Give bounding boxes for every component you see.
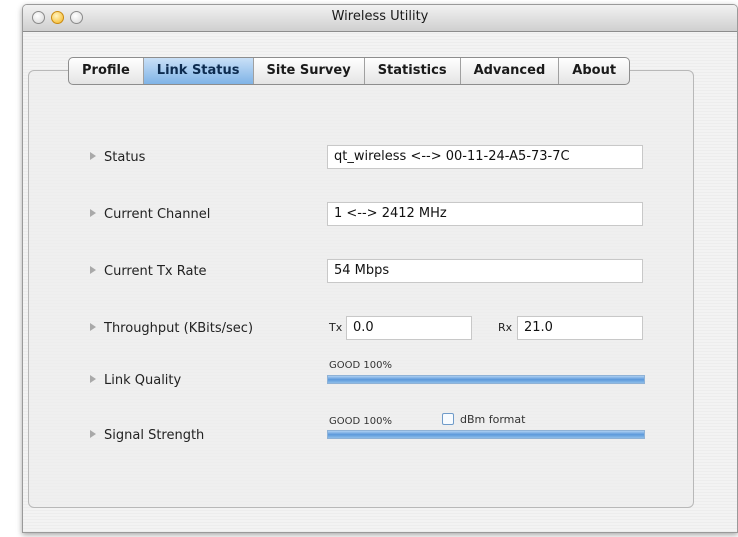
tab-advanced[interactable]: Advanced [461, 58, 560, 84]
tx-rate-field: 54 Mbps [327, 259, 643, 283]
tab-about[interactable]: About [559, 58, 629, 84]
title-bar[interactable]: Wireless Utility [23, 5, 737, 32]
status-label: Status [104, 150, 146, 165]
link-quality-bar-fill [328, 376, 644, 383]
signal-strength-label: Signal Strength [104, 428, 205, 443]
throughput-row-label: Throughput (KBits/sec) [90, 321, 253, 336]
link-quality-bar [327, 375, 645, 384]
disclosure-triangle-icon [90, 323, 96, 331]
disclosure-triangle-icon [90, 430, 96, 438]
signal-strength-bar [327, 430, 645, 439]
channel-field: 1 <--> 2412 MHz [327, 202, 643, 226]
disclosure-triangle-icon [90, 209, 96, 217]
tx-rate-label: Current Tx Rate [104, 264, 207, 279]
tab-link-status[interactable]: Link Status [143, 58, 254, 84]
status-field: qt_wireless <--> 00-11-24-A5-73-7C [327, 145, 643, 169]
signal-strength-caption: GOOD 100% [329, 416, 392, 427]
link-quality-label: Link Quality [104, 373, 182, 388]
channel-label: Current Channel [104, 207, 211, 222]
window-title: Wireless Utility [331, 9, 429, 24]
dbm-format-label[interactable]: dBm format [460, 413, 525, 426]
tx-rate-row-label: Current Tx Rate [90, 264, 207, 279]
link-quality-row-label: Link Quality [90, 373, 181, 388]
status-row-label: Status [90, 150, 145, 165]
tx-label: Tx [329, 321, 343, 334]
tab-site-survey[interactable]: Site Survey [254, 58, 365, 84]
tx-value-field: 0.0 [346, 316, 472, 340]
tab-profile[interactable]: Profile [69, 58, 144, 84]
signal-strength-row-label: Signal Strength [90, 428, 204, 443]
disclosure-triangle-icon [90, 152, 96, 160]
channel-row-label: Current Channel [90, 207, 210, 222]
throughput-label: Throughput (KBits/sec) [104, 321, 254, 336]
disclosure-triangle-icon [90, 266, 96, 274]
rx-value-field: 21.0 [517, 316, 643, 340]
tab-bar: Profile Link Status Site Survey Statisti… [68, 57, 631, 85]
signal-strength-bar-fill [328, 431, 644, 438]
disclosure-triangle-icon [90, 375, 96, 383]
rx-label: Rx [498, 321, 513, 334]
dbm-format-checkbox[interactable] [442, 413, 454, 425]
tab-statistics[interactable]: Statistics [365, 58, 461, 84]
link-quality-caption: GOOD 100% [329, 360, 392, 371]
